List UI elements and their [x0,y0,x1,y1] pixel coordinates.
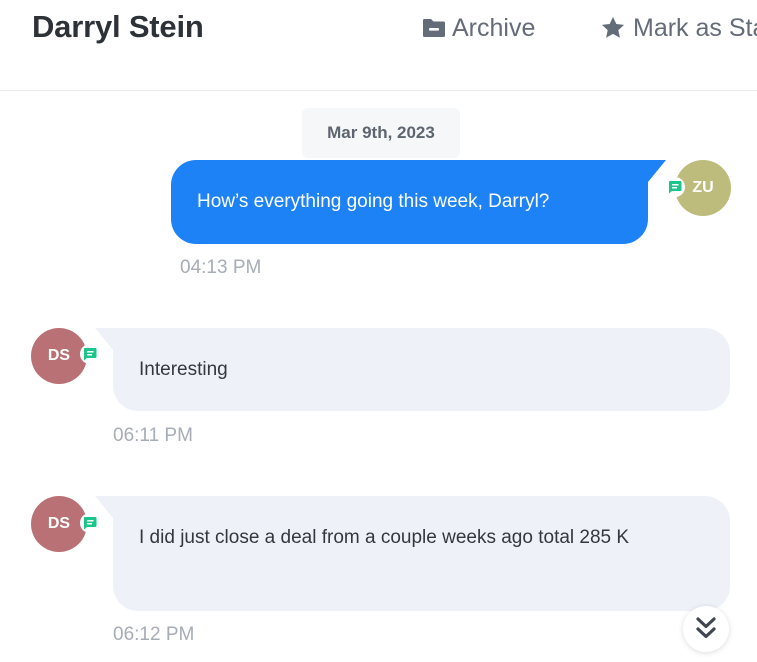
message-timestamp: 06:11 PM [113,425,193,446]
message-timestamp: 04:13 PM [180,257,262,278]
chevrons-down-icon [696,617,716,639]
avatar: DS [31,496,87,552]
message-timestamp: 06:12 PM [113,624,195,645]
contact-name: Darryl Stein [32,9,204,44]
scroll-to-bottom-button[interactable] [683,606,729,652]
conversation-header: Darryl Stein Archive Mark as Starred [0,0,757,91]
message-bubble-outgoing: How’s everything going this week, Darryl… [171,160,666,244]
star-icon [601,16,625,38]
archive-button[interactable]: Archive [421,12,535,44]
message-bubble-incoming: I did just close a deal from a couple we… [95,496,730,611]
folder-minus-icon [423,19,445,37]
mark-as-starred-label: Mark as Starred [633,13,757,42]
mark-as-starred-button[interactable]: Mark as Starred [600,12,757,44]
date-separator: Mar 9th, 2023 [302,108,460,158]
message-bubble-incoming: Interesting [95,328,730,411]
sms-channel-badge [665,177,685,197]
sms-icon [669,181,682,194]
archive-label: Archive [452,13,536,42]
avatar: DS [31,328,87,384]
